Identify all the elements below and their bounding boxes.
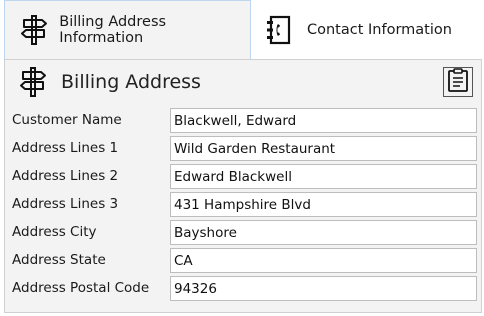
field-label: Address Lines 3: [12, 196, 119, 212]
field-label: Customer Name: [12, 112, 122, 128]
address-book-icon: [263, 14, 295, 46]
panel-header: Billing Address: [5, 60, 481, 104]
tab-contact-information[interactable]: Contact Information: [253, 0, 463, 59]
copy-to-clipboard-button[interactable]: [443, 67, 473, 97]
field-label: Address Lines 2: [12, 168, 119, 184]
address-form: Customer Name Address Lines 1 Address Li…: [8, 106, 478, 302]
field-label: Address State: [12, 252, 106, 268]
tab-label: Billing Address Information: [59, 14, 167, 46]
panel-title: Billing Address: [61, 71, 201, 93]
field-label: Address Postal Code: [12, 280, 150, 296]
field-label: Address City: [12, 224, 97, 240]
form-row-address-line-2: Address Lines 2: [8, 162, 478, 190]
tab-bar: Billing Address Information Contact Info…: [0, 0, 484, 60]
form-row-address-city: Address City: [8, 218, 478, 246]
customer-name-field[interactable]: [170, 108, 477, 133]
address-line-2-field[interactable]: [170, 164, 477, 189]
tab-billing-address-information[interactable]: Billing Address Information: [4, 0, 251, 59]
address-postal-code-field[interactable]: [170, 276, 477, 301]
form-row-address-line-3: Address Lines 3: [8, 190, 478, 218]
address-city-field[interactable]: [170, 220, 477, 245]
tab-label: Contact Information: [307, 21, 452, 38]
address-state-field[interactable]: [170, 248, 477, 273]
signpost-icon: [17, 66, 49, 98]
address-line-3-field[interactable]: [170, 192, 477, 217]
form-row-address-line-1: Address Lines 1: [8, 134, 478, 162]
signpost-icon: [18, 14, 49, 46]
form-row-customer-name: Customer Name: [8, 106, 478, 134]
clipboard-icon: [447, 68, 469, 96]
form-row-address-postal-code: Address Postal Code: [8, 274, 478, 302]
form-row-address-state: Address State: [8, 246, 478, 274]
address-line-1-field[interactable]: [170, 136, 477, 161]
field-label: Address Lines 1: [12, 140, 119, 156]
billing-address-panel: Billing Address Customer Name Address Li…: [4, 59, 482, 313]
